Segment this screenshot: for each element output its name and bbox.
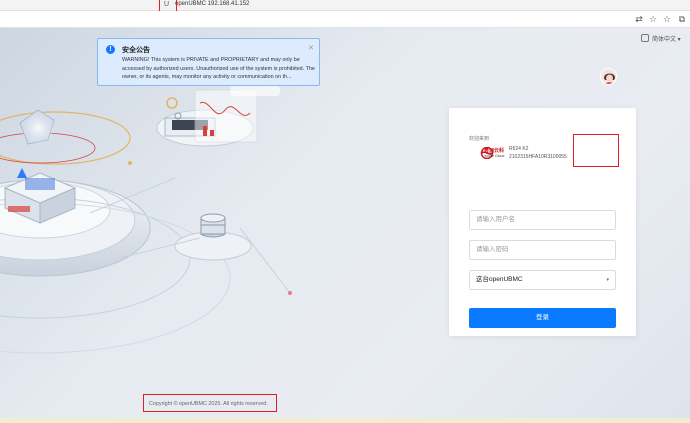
login-button[interactable]: 登录 (469, 308, 616, 328)
username-input[interactable]: 请输入用户名 (469, 210, 616, 230)
domain-select-value: 这台openUBMC (476, 276, 523, 283)
notice-title: 安全公告 (122, 47, 150, 54)
extensions-icon[interactable]: ⧉ (677, 14, 687, 24)
star-icon[interactable]: ☆ (648, 14, 658, 24)
device-serial: 2102315HFA10R3100055 (509, 154, 567, 160)
translate-icon[interactable]: ⇄ (634, 14, 644, 24)
info-icon: ! (106, 45, 115, 54)
welcome-text: 欢迎来到 (469, 136, 490, 142)
brand-name-cn: 粤洲云科 (484, 148, 505, 154)
brand-name-en: Yueke Cloud (484, 154, 505, 158)
language-selector[interactable]: 简体中文 ▾ (641, 34, 681, 43)
login-page: ! 安全公告 ✕ WARNING! This system is PRIVATE… (0, 28, 690, 423)
chevron-down-icon: ▾ (606, 277, 609, 283)
tab-title[interactable]: openUBMC 192.168.41.152 (175, 1, 249, 7)
favorites-icon[interactable]: ☆ (662, 14, 672, 24)
status-strip (0, 418, 690, 423)
highlight-box (573, 134, 619, 167)
login-card: 欢迎来到 粤洲云科 Yueke Cloud R624 K2 2102315HFA… (449, 108, 636, 336)
browser-tab-bar: U openUBMC 192.168.41.152 (0, 0, 690, 11)
language-label: 简体中文 (652, 37, 677, 43)
domain-select[interactable]: 这台openUBMC ▾ (469, 270, 616, 290)
device-model: R624 K2 (509, 146, 529, 152)
security-notice: ! 安全公告 ✕ WARNING! This system is PRIVATE… (97, 38, 320, 86)
close-icon[interactable]: ✕ (308, 44, 314, 52)
notice-body: WARNING! This system is PRIVATE and PROP… (122, 57, 315, 81)
language-icon (641, 34, 649, 42)
avatar[interactable] (600, 68, 617, 85)
user-avatar-icon (601, 69, 616, 84)
copyright-text: Copyright © openUBMC 2025. All rights re… (149, 401, 268, 407)
password-input[interactable]: 请输入密码 (469, 240, 616, 260)
browser-toolbar: ⇄ ☆ ☆ ⧉ (0, 11, 690, 28)
